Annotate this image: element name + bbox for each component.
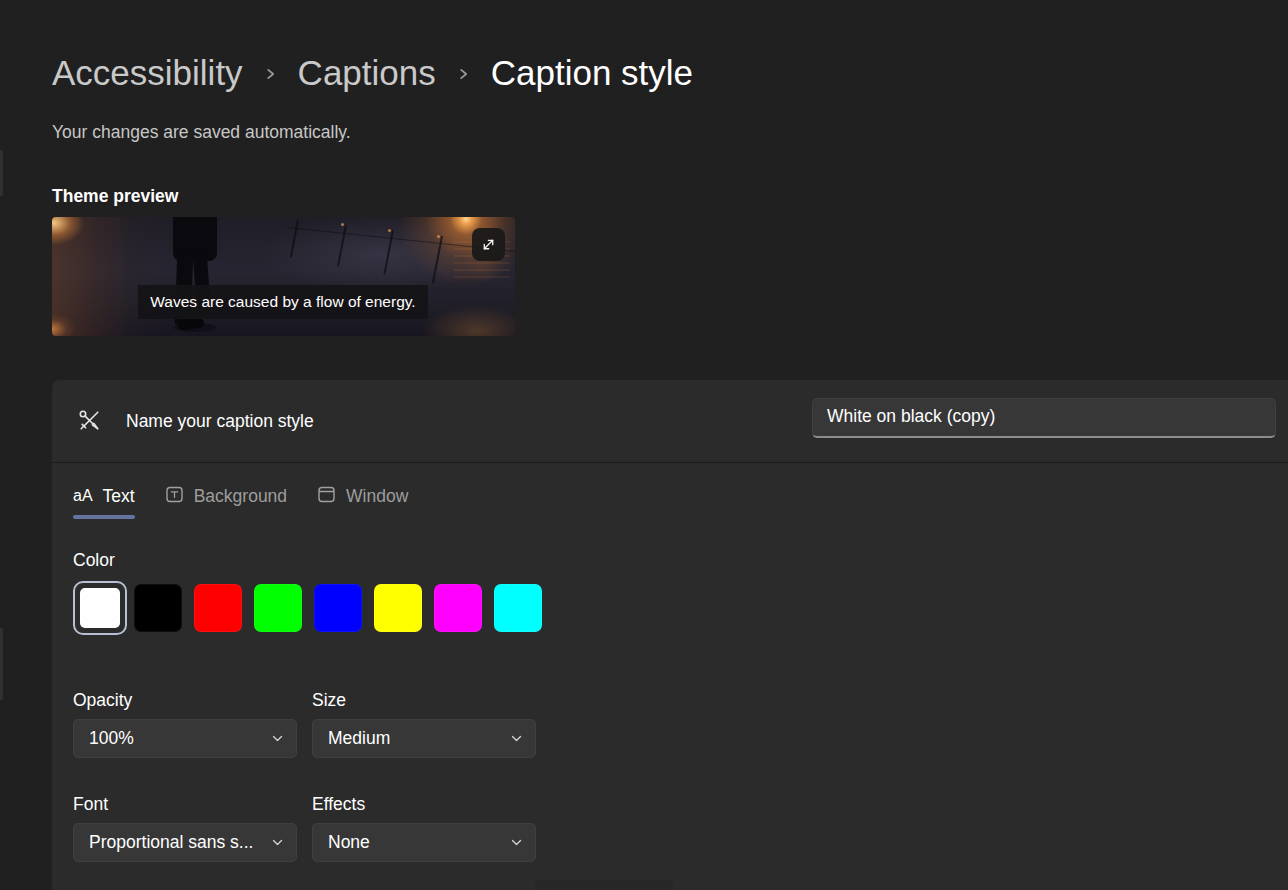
- active-tab-underline: [73, 515, 135, 519]
- dropdown-value: Medium: [328, 728, 502, 749]
- dropdown-value: None: [328, 832, 502, 853]
- field-size: Size Medium: [312, 690, 536, 758]
- dropdown-font[interactable]: Proportional sans s...: [73, 823, 297, 862]
- theme-preview-media: Waves are caused by a flow of energy.: [52, 217, 515, 336]
- breadcrumb-item-captions[interactable]: Captions: [298, 53, 436, 93]
- color-swatch-green[interactable]: [254, 584, 302, 632]
- tab-text[interactable]: aAText: [73, 476, 135, 516]
- color-swatch-yellow[interactable]: [374, 584, 422, 632]
- partial-element-below: [535, 880, 673, 890]
- tab-window[interactable]: Window: [317, 476, 408, 516]
- window-icon: [317, 485, 336, 508]
- color-swatch-cyan[interactable]: [494, 584, 542, 632]
- dropdown-effects[interactable]: None: [312, 823, 536, 862]
- chevron-down-icon: [510, 836, 523, 849]
- field-label-size: Size: [312, 690, 536, 710]
- breadcrumb-item-accessibility[interactable]: Accessibility: [52, 53, 243, 93]
- tab-strip: aAText Background Window: [73, 476, 438, 516]
- chevron-down-icon: [271, 732, 284, 745]
- expand-preview-button[interactable]: [472, 228, 505, 261]
- breadcrumb: Accessibility Captions Caption style: [52, 53, 693, 93]
- breadcrumb-chevron-icon: [264, 66, 277, 82]
- chevron-down-icon: [510, 732, 523, 745]
- card-divider: [52, 462, 1288, 463]
- field-label-font: Font: [73, 794, 297, 814]
- text-size-icon: aA: [73, 487, 93, 505]
- field-label-effects: Effects: [312, 794, 536, 814]
- color-section-label: Color: [73, 550, 115, 571]
- nav-edge-mark-bottom: [0, 628, 3, 700]
- field-opacity: Opacity 100%: [73, 690, 297, 758]
- color-swatch-white-selected[interactable]: [73, 581, 127, 635]
- dropdown-value: 100%: [89, 728, 263, 749]
- breadcrumb-item-caption-style: Caption style: [491, 53, 693, 93]
- color-swatches: [73, 581, 554, 635]
- field-effects: Effects None: [312, 794, 536, 862]
- background-letter-icon: [165, 485, 184, 508]
- field-label-opacity: Opacity: [73, 690, 297, 710]
- page-subtitle: Your changes are saved automatically.: [52, 122, 351, 143]
- caption-style-edit-icon: [76, 407, 103, 434]
- tab-background[interactable]: Background: [165, 476, 287, 516]
- breadcrumb-chevron-icon: [457, 66, 470, 82]
- caption-style-name-input[interactable]: [812, 398, 1276, 438]
- expand-diagonal-icon: [481, 237, 496, 252]
- dropdown-size[interactable]: Medium: [312, 719, 536, 758]
- caption-style-card: Name your caption style aAText Background…: [52, 380, 1288, 890]
- name-row: Name your caption style: [52, 380, 1288, 461]
- theme-preview-heading: Theme preview: [52, 186, 178, 207]
- color-swatch-magenta[interactable]: [434, 584, 482, 632]
- caption-preview-bar: Waves are caused by a flow of energy.: [138, 285, 428, 319]
- caption-preview-text: Waves are caused by a flow of energy.: [150, 293, 415, 311]
- chevron-down-icon: [271, 836, 284, 849]
- color-swatch-fill: [80, 588, 120, 628]
- color-swatch-black[interactable]: [134, 584, 182, 632]
- name-row-label: Name your caption style: [126, 411, 314, 432]
- dropdown-value: Proportional sans s...: [89, 832, 263, 853]
- color-swatch-red[interactable]: [194, 584, 242, 632]
- dropdown-opacity[interactable]: 100%: [73, 719, 297, 758]
- field-font: Font Proportional sans s...: [73, 794, 297, 862]
- color-swatch-blue[interactable]: [314, 584, 362, 632]
- nav-edge-mark-top: [0, 150, 3, 196]
